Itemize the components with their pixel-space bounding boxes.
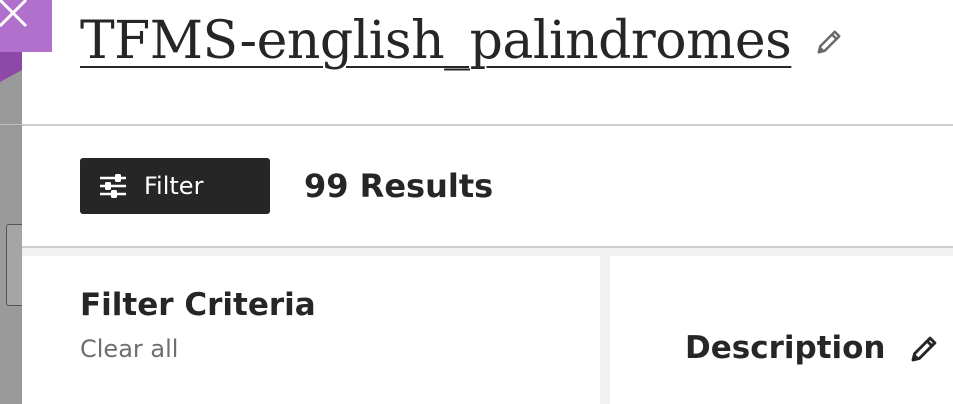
filter-criteria-section: Filter Criteria Clear all: [80, 287, 316, 363]
content-gutter: [22, 248, 953, 256]
pencil-icon: [817, 30, 841, 54]
edit-description-button[interactable]: [908, 331, 942, 365]
page-title[interactable]: TFMS-english_palindromes: [80, 15, 792, 67]
results-count: 99 Results: [304, 167, 494, 205]
description-section: Description: [685, 330, 942, 366]
filter-button-label: Filter: [144, 172, 204, 200]
edit-title-button[interactable]: [813, 24, 847, 58]
pencil-icon: [911, 336, 936, 362]
title-row: TFMS-english_palindromes: [80, 6, 847, 76]
column-divider: [600, 248, 610, 404]
close-icon: [0, 0, 28, 28]
filter-criteria-heading: Filter Criteria: [80, 287, 316, 323]
results-toolbar: Filter 99 Results: [80, 158, 493, 214]
clear-all-link[interactable]: Clear all: [80, 335, 316, 363]
sliders-icon: [98, 171, 128, 201]
details-panel: TFMS-english_palindromes Filter 99 Resul…: [22, 0, 953, 404]
background-divider: [0, 124, 22, 125]
close-button[interactable]: [0, 0, 52, 52]
description-heading: Description: [685, 330, 886, 366]
header-divider: [22, 124, 953, 126]
background-element: [6, 224, 22, 306]
filter-button[interactable]: Filter: [80, 158, 270, 214]
